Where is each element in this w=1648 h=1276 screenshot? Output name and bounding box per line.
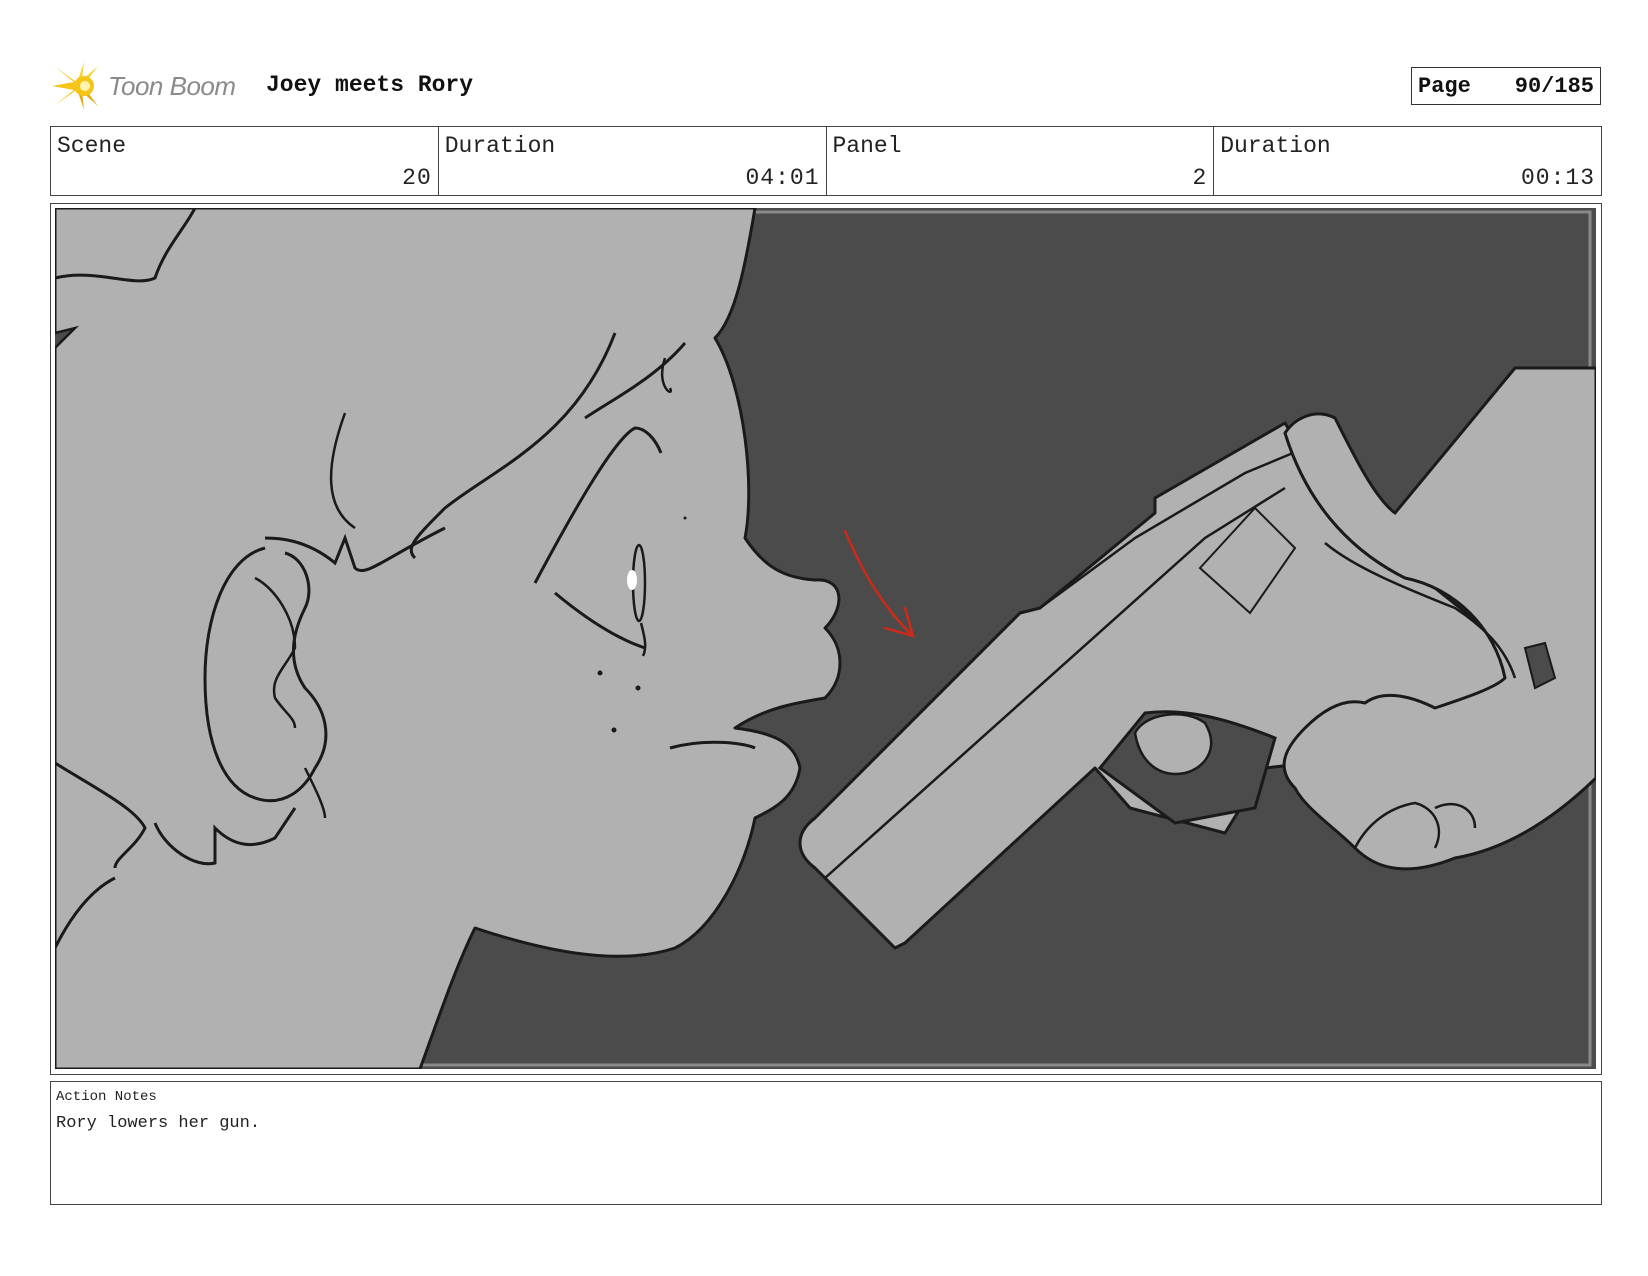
panel-cell: Panel 2: [827, 127, 1215, 195]
panel-label: Panel: [832, 133, 902, 159]
action-notes-label: Action Notes: [56, 1089, 157, 1105]
starburst-icon: [52, 62, 98, 110]
page-label: Page: [1418, 73, 1471, 99]
freckle: [597, 670, 603, 676]
panel-info-row: Scene 20 Duration 04:01 Panel 2 Duration…: [50, 126, 1602, 196]
page-indicator: Page 90/185: [1411, 67, 1601, 105]
logo-text: Toon Boom: [108, 70, 236, 101]
panel-duration-value: 00:13: [1520, 165, 1595, 191]
project-title: Joey meets Rory: [266, 72, 474, 98]
panel-value: 2: [1192, 165, 1208, 191]
scene-duration-label: Duration: [444, 133, 556, 159]
storyboard-panel: [50, 203, 1602, 1075]
panel-drawing: [55, 208, 1596, 1069]
panel-illustration: [55, 208, 1596, 1069]
scene-duration-value: 04:01: [745, 165, 820, 191]
scene-label: Scene: [57, 133, 127, 159]
panel-duration-label: Duration: [1220, 133, 1331, 159]
action-notes-box: Action Notes Rory lowers her gun.: [50, 1081, 1602, 1205]
action-notes-text: Rory lowers her gun.: [56, 1114, 261, 1133]
scene-duration-cell: Duration 04:01: [439, 127, 827, 195]
panel-duration-cell: Duration 00:13: [1214, 127, 1601, 195]
eye-highlight: [627, 570, 637, 590]
freckle: [635, 685, 641, 691]
scene-cell: Scene 20: [51, 127, 439, 195]
freckle: [611, 727, 617, 733]
scene-value: 20: [402, 165, 432, 191]
page-number: 90/185: [1514, 73, 1594, 99]
toon-boom-logo: Toon Boom: [52, 60, 252, 112]
